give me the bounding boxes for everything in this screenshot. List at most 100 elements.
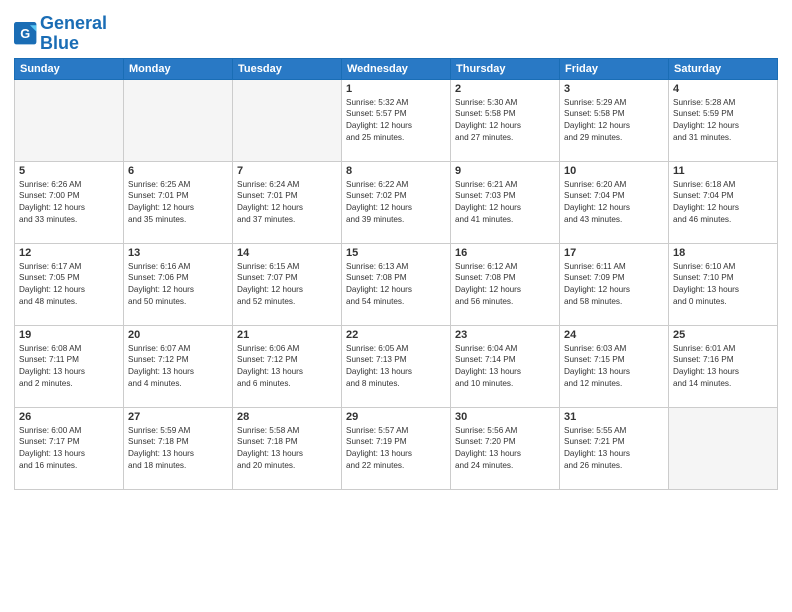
weekday-header-monday: Monday — [124, 58, 233, 79]
day-cell: 25 Sunrise: 6:01 AM Sunset: 7:16 PM Dayli… — [669, 325, 778, 407]
day-info: Sunrise: 6:00 AM Sunset: 7:17 PM Dayligh… — [19, 425, 119, 473]
day-info: Sunrise: 6:13 AM Sunset: 7:08 PM Dayligh… — [346, 261, 446, 309]
day-cell — [233, 79, 342, 161]
day-cell: 27 Sunrise: 5:59 AM Sunset: 7:18 PM Dayli… — [124, 407, 233, 489]
day-number: 7 — [237, 165, 337, 177]
day-number: 8 — [346, 165, 446, 177]
day-number: 25 — [673, 329, 773, 341]
day-info: Sunrise: 6:07 AM Sunset: 7:12 PM Dayligh… — [128, 343, 228, 391]
day-cell — [124, 79, 233, 161]
day-number: 3 — [564, 83, 664, 95]
day-cell: 6 Sunrise: 6:25 AM Sunset: 7:01 PM Daylig… — [124, 161, 233, 243]
day-cell: 22 Sunrise: 6:05 AM Sunset: 7:13 PM Dayli… — [342, 325, 451, 407]
day-cell: 31Sunrise: 5:55 AM Sunset: 7:21 PM Dayli… — [560, 407, 669, 489]
header: G General Blue — [14, 10, 778, 54]
day-cell: 18 Sunrise: 6:10 AM Sunset: 7:10 PM Dayli… — [669, 243, 778, 325]
day-number: 17 — [564, 247, 664, 259]
day-cell: 7 Sunrise: 6:24 AM Sunset: 7:01 PM Daylig… — [233, 161, 342, 243]
day-cell: 10 Sunrise: 6:20 AM Sunset: 7:04 PM Dayli… — [560, 161, 669, 243]
day-cell: 16Sunrise: 6:12 AM Sunset: 7:08 PM Dayli… — [451, 243, 560, 325]
day-info: Sunrise: 5:58 AM Sunset: 7:18 PM Dayligh… — [237, 425, 337, 473]
day-cell: 20 Sunrise: 6:07 AM Sunset: 7:12 PM Dayli… — [124, 325, 233, 407]
day-cell: 21 Sunrise: 6:06 AM Sunset: 7:12 PM Dayli… — [233, 325, 342, 407]
day-cell: 9 Sunrise: 6:21 AM Sunset: 7:03 PM Daylig… — [451, 161, 560, 243]
day-info: Sunrise: 6:10 AM Sunset: 7:10 PM Dayligh… — [673, 261, 773, 309]
weekday-header-wednesday: Wednesday — [342, 58, 451, 79]
week-row-3: 12 Sunrise: 6:17 AM Sunset: 7:05 PM Dayli… — [15, 243, 778, 325]
day-info: Sunrise: 5:57 AM Sunset: 7:19 PM Dayligh… — [346, 425, 446, 473]
day-number: 21 — [237, 329, 337, 341]
day-info: Sunrise: 6:20 AM Sunset: 7:04 PM Dayligh… — [564, 179, 664, 227]
day-cell: 4Sunrise: 5:28 AM Sunset: 5:59 PM Daylig… — [669, 79, 778, 161]
day-number: 23 — [455, 329, 555, 341]
weekday-header-sunday: Sunday — [15, 58, 124, 79]
day-number: 26 — [19, 411, 119, 423]
logo-text: General Blue — [40, 14, 107, 54]
weekday-header-friday: Friday — [560, 58, 669, 79]
day-number: 4 — [673, 83, 773, 95]
day-info: Sunrise: 5:32 AM Sunset: 5:57 PM Dayligh… — [346, 97, 446, 145]
logo: G General Blue — [14, 14, 107, 54]
day-info: Sunrise: 6:05 AM Sunset: 7:13 PM Dayligh… — [346, 343, 446, 391]
calendar: SundayMondayTuesdayWednesdayThursdayFrid… — [14, 58, 778, 490]
logo-blue: Blue — [40, 33, 79, 53]
day-cell: 2 Sunrise: 5:30 AM Sunset: 5:58 PM Daylig… — [451, 79, 560, 161]
day-cell: 19 Sunrise: 6:08 AM Sunset: 7:11 PM Dayli… — [15, 325, 124, 407]
day-cell: 24Sunrise: 6:03 AM Sunset: 7:15 PM Dayli… — [560, 325, 669, 407]
day-info: Sunrise: 6:25 AM Sunset: 7:01 PM Dayligh… — [128, 179, 228, 227]
day-info: Sunrise: 6:03 AM Sunset: 7:15 PM Dayligh… — [564, 343, 664, 391]
day-info: Sunrise: 5:29 AM Sunset: 5:58 PM Dayligh… — [564, 97, 664, 145]
day-number: 10 — [564, 165, 664, 177]
day-info: Sunrise: 6:06 AM Sunset: 7:12 PM Dayligh… — [237, 343, 337, 391]
weekday-header-saturday: Saturday — [669, 58, 778, 79]
day-number: 1 — [346, 83, 446, 95]
day-info: Sunrise: 6:24 AM Sunset: 7:01 PM Dayligh… — [237, 179, 337, 227]
day-number: 14 — [237, 247, 337, 259]
day-info: Sunrise: 6:22 AM Sunset: 7:02 PM Dayligh… — [346, 179, 446, 227]
day-cell: 11 Sunrise: 6:18 AM Sunset: 7:04 PM Dayli… — [669, 161, 778, 243]
day-number: 15 — [346, 247, 446, 259]
weekday-header-tuesday: Tuesday — [233, 58, 342, 79]
svg-text:G: G — [20, 26, 30, 41]
day-number: 30 — [455, 411, 555, 423]
day-cell: 12 Sunrise: 6:17 AM Sunset: 7:05 PM Dayli… — [15, 243, 124, 325]
day-cell: 14 Sunrise: 6:15 AM Sunset: 7:07 PM Dayli… — [233, 243, 342, 325]
day-number: 5 — [19, 165, 119, 177]
day-info: Sunrise: 6:08 AM Sunset: 7:11 PM Dayligh… — [19, 343, 119, 391]
day-info: Sunrise: 6:21 AM Sunset: 7:03 PM Dayligh… — [455, 179, 555, 227]
day-number: 28 — [237, 411, 337, 423]
day-cell: 3 Sunrise: 5:29 AM Sunset: 5:58 PM Daylig… — [560, 79, 669, 161]
day-info: Sunrise: 5:59 AM Sunset: 7:18 PM Dayligh… — [128, 425, 228, 473]
day-cell: 26 Sunrise: 6:00 AM Sunset: 7:17 PM Dayli… — [15, 407, 124, 489]
day-cell — [15, 79, 124, 161]
day-info: Sunrise: 6:17 AM Sunset: 7:05 PM Dayligh… — [19, 261, 119, 309]
day-number: 19 — [19, 329, 119, 341]
day-number: 20 — [128, 329, 228, 341]
day-cell: 13Sunrise: 6:16 AM Sunset: 7:06 PM Dayli… — [124, 243, 233, 325]
week-row-1: 1 Sunrise: 5:32 AM Sunset: 5:57 PM Daylig… — [15, 79, 778, 161]
day-number: 12 — [19, 247, 119, 259]
day-number: 2 — [455, 83, 555, 95]
day-info: Sunrise: 6:11 AM Sunset: 7:09 PM Dayligh… — [564, 261, 664, 309]
day-cell: 23Sunrise: 6:04 AM Sunset: 7:14 PM Dayli… — [451, 325, 560, 407]
day-cell: 28 Sunrise: 5:58 AM Sunset: 7:18 PM Dayli… — [233, 407, 342, 489]
day-number: 22 — [346, 329, 446, 341]
day-number: 18 — [673, 247, 773, 259]
day-info: Sunrise: 6:18 AM Sunset: 7:04 PM Dayligh… — [673, 179, 773, 227]
day-cell: 1 Sunrise: 5:32 AM Sunset: 5:57 PM Daylig… — [342, 79, 451, 161]
day-info: Sunrise: 6:15 AM Sunset: 7:07 PM Dayligh… — [237, 261, 337, 309]
day-cell: 17 Sunrise: 6:11 AM Sunset: 7:09 PM Dayli… — [560, 243, 669, 325]
day-info: Sunrise: 6:12 AM Sunset: 7:08 PM Dayligh… — [455, 261, 555, 309]
day-info: Sunrise: 5:56 AM Sunset: 7:20 PM Dayligh… — [455, 425, 555, 473]
week-row-5: 26 Sunrise: 6:00 AM Sunset: 7:17 PM Dayli… — [15, 407, 778, 489]
day-cell: 5 Sunrise: 6:26 AM Sunset: 7:00 PM Daylig… — [15, 161, 124, 243]
day-number: 11 — [673, 165, 773, 177]
day-number: 27 — [128, 411, 228, 423]
logo-icon: G — [14, 22, 38, 46]
day-number: 9 — [455, 165, 555, 177]
day-info: Sunrise: 6:26 AM Sunset: 7:00 PM Dayligh… — [19, 179, 119, 227]
day-cell: 8 Sunrise: 6:22 AM Sunset: 7:02 PM Daylig… — [342, 161, 451, 243]
day-info: Sunrise: 6:01 AM Sunset: 7:16 PM Dayligh… — [673, 343, 773, 391]
day-info: Sunrise: 5:30 AM Sunset: 5:58 PM Dayligh… — [455, 97, 555, 145]
day-number: 6 — [128, 165, 228, 177]
